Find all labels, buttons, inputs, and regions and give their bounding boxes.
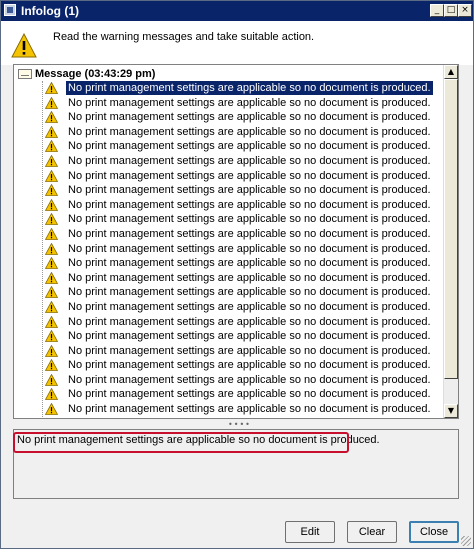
list-item-text: No print management settings are applica… bbox=[68, 96, 431, 109]
list-item[interactable]: No print management settings are applica… bbox=[36, 212, 456, 227]
warning-icon bbox=[45, 271, 58, 284]
list-item[interactable]: No print management settings are applica… bbox=[36, 154, 456, 169]
window-title: Infolog (1) bbox=[21, 4, 79, 18]
list-item-text: No print management settings are applica… bbox=[68, 154, 431, 167]
list-item-text: No print management settings are applica… bbox=[68, 373, 431, 386]
warning-icon bbox=[45, 286, 58, 299]
list-item[interactable]: No print management settings are applica… bbox=[36, 271, 456, 286]
list-item[interactable]: No print management settings are applica… bbox=[36, 387, 456, 402]
list-item-text: No print management settings are applica… bbox=[68, 184, 431, 197]
warning-icon bbox=[45, 359, 58, 372]
warning-icon bbox=[45, 111, 58, 124]
envelope-icon bbox=[18, 69, 32, 79]
list-item-text: No print management settings are applica… bbox=[68, 242, 431, 255]
pane-splitter[interactable]: •••• bbox=[13, 419, 459, 429]
maximize-button[interactable]: □ bbox=[444, 4, 458, 17]
edit-button[interactable]: Edit bbox=[285, 521, 335, 543]
warning-icon bbox=[45, 257, 58, 270]
message-tree[interactable]: Message (03:43:29 pm) No print managemen… bbox=[13, 64, 459, 419]
warning-icon bbox=[45, 169, 58, 182]
list-item[interactable]: No print management settings are applica… bbox=[36, 96, 456, 111]
warning-icon bbox=[45, 227, 58, 240]
list-item-text: No print management settings are applica… bbox=[68, 388, 431, 401]
list-item-text: No print management settings are applica… bbox=[68, 300, 431, 313]
tree-items: No print management settings are applica… bbox=[36, 80, 456, 418]
scroll-up-button[interactable]: ▲ bbox=[444, 65, 458, 79]
list-item-text: No print management settings are applica… bbox=[68, 198, 431, 211]
warning-icon bbox=[45, 403, 58, 415]
tree-root[interactable]: Message (03:43:29 pm) bbox=[18, 67, 155, 81]
list-item[interactable]: No print management settings are applica… bbox=[36, 300, 456, 315]
splitter-grip: •••• bbox=[228, 420, 251, 429]
warning-icon bbox=[11, 33, 37, 58]
close-window-button[interactable]: × bbox=[458, 4, 472, 17]
list-item[interactable]: No print management settings are applica… bbox=[36, 315, 456, 330]
list-item-text: No print management settings are applica… bbox=[68, 315, 431, 328]
infolog-header: Read the warning messages and take suita… bbox=[1, 21, 473, 65]
warning-icon bbox=[45, 315, 58, 328]
tree-scrollbar[interactable]: ▲ ▼ bbox=[443, 65, 458, 418]
warning-icon bbox=[45, 184, 58, 197]
list-item-text: No print management settings are applica… bbox=[68, 359, 431, 372]
list-item-text: No print management settings are applica… bbox=[65, 80, 434, 96]
list-item-text: No print management settings are applica… bbox=[68, 125, 431, 138]
scroll-down-button[interactable]: ▼ bbox=[444, 404, 458, 418]
warning-icon bbox=[45, 344, 58, 357]
list-item[interactable]: No print management settings are applica… bbox=[36, 139, 456, 154]
list-item-text: No print management settings are applica… bbox=[68, 344, 431, 357]
header-message: Read the warning messages and take suita… bbox=[53, 31, 315, 43]
list-item-text: No print management settings are applica… bbox=[68, 213, 431, 226]
list-item-text: No print management settings are applica… bbox=[68, 257, 431, 270]
warning-icon bbox=[45, 125, 58, 138]
list-item-text: No print management settings are applica… bbox=[68, 330, 431, 343]
list-item[interactable]: No print management settings are applica… bbox=[36, 329, 456, 344]
warning-icon bbox=[45, 388, 58, 401]
list-item-text: No print management settings are applica… bbox=[68, 271, 431, 284]
warning-icon bbox=[45, 198, 58, 211]
list-item[interactable]: No print management settings are applica… bbox=[36, 402, 456, 417]
warning-icon bbox=[45, 154, 58, 167]
minimize-button[interactable]: _ bbox=[430, 4, 444, 17]
resize-grip[interactable] bbox=[461, 536, 471, 546]
list-item[interactable]: No print management settings are applica… bbox=[36, 285, 456, 300]
list-item[interactable]: No print management settings are applica… bbox=[36, 80, 456, 96]
list-item[interactable]: No print management settings are applica… bbox=[36, 110, 456, 125]
warning-icon bbox=[45, 373, 58, 386]
list-item[interactable]: No print management settings are applica… bbox=[36, 256, 456, 271]
list-item[interactable]: No print management settings are applica… bbox=[36, 227, 456, 242]
title-bar[interactable]: Infolog (1) _ □ × bbox=[1, 1, 473, 21]
list-item-text: No print management settings are applica… bbox=[68, 227, 431, 240]
warning-icon bbox=[45, 330, 58, 342]
warning-icon bbox=[45, 213, 58, 226]
warning-icon bbox=[45, 96, 58, 109]
list-item[interactable]: No print management settings are applica… bbox=[36, 169, 456, 184]
list-item[interactable]: No print management settings are applica… bbox=[36, 373, 456, 388]
list-item[interactable]: No print management settings are applica… bbox=[36, 183, 456, 198]
list-item-text: No print management settings are applica… bbox=[68, 286, 431, 299]
list-item[interactable]: No print management settings are applica… bbox=[36, 242, 456, 257]
list-item-text: No print management settings are applica… bbox=[68, 111, 431, 124]
close-button[interactable]: Close bbox=[409, 521, 459, 543]
highlight-annotation bbox=[13, 432, 349, 453]
infolog-window: Infolog (1) _ □ × Read the warning messa… bbox=[0, 0, 474, 549]
list-item-text: No print management settings are applica… bbox=[68, 403, 431, 416]
warning-icon bbox=[45, 140, 58, 153]
list-item-text: No print management settings are applica… bbox=[68, 140, 431, 153]
scroll-thumb[interactable] bbox=[444, 79, 458, 379]
list-item[interactable]: No print management settings are applica… bbox=[36, 198, 456, 213]
warning-icon bbox=[45, 242, 58, 255]
warning-icon bbox=[45, 82, 58, 94]
window-icon bbox=[4, 4, 16, 16]
list-item[interactable]: No print management settings are applica… bbox=[36, 125, 456, 140]
tree-root-label: Message (03:43:29 pm) bbox=[35, 68, 156, 80]
clear-button[interactable]: Clear bbox=[347, 521, 397, 543]
warning-icon bbox=[45, 300, 58, 313]
list-item[interactable]: No print management settings are applica… bbox=[36, 358, 456, 373]
list-item[interactable]: No print management settings are applica… bbox=[36, 344, 456, 359]
list-item-text: No print management settings are applica… bbox=[68, 169, 431, 182]
